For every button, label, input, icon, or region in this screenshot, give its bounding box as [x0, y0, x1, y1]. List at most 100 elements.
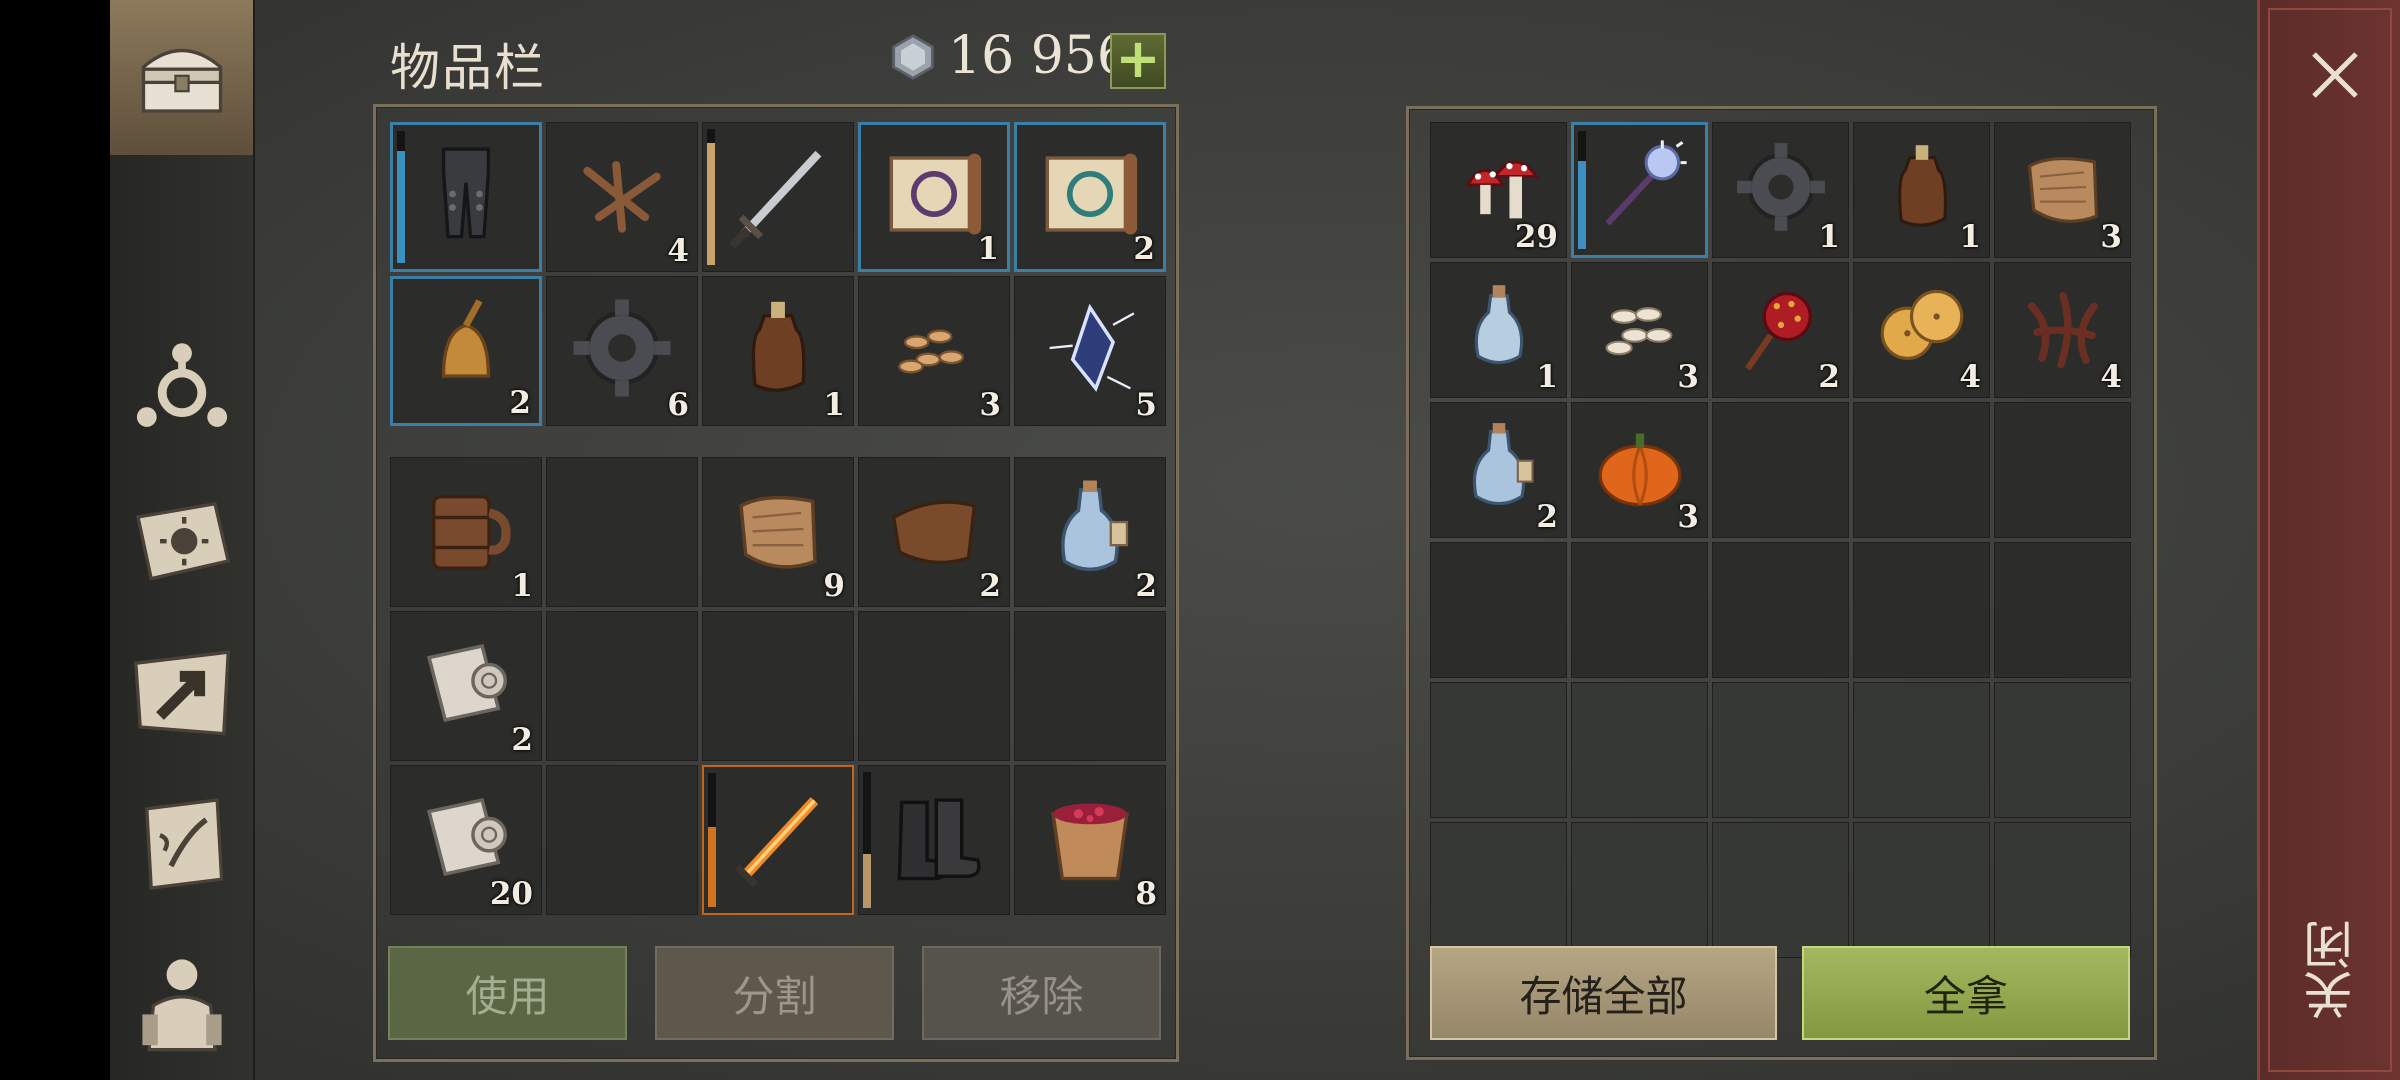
cookies-slot[interactable]: 4	[1853, 262, 1990, 398]
seeds-slot[interactable]: 3	[858, 276, 1010, 426]
pumpkin-slot[interactable]: 3	[1571, 402, 1708, 538]
item-quantity: 3	[2100, 219, 2122, 255]
close-icon[interactable]	[2300, 40, 2370, 110]
empty-slot[interactable]	[1712, 822, 1849, 958]
use-button[interactable]: 使用	[388, 946, 627, 1040]
leg-armor-slot[interactable]	[390, 122, 542, 272]
nails-slot[interactable]: 4	[546, 122, 698, 272]
empty-slot[interactable]	[1994, 682, 2131, 818]
add-currency-button[interactable]: +	[1110, 32, 1166, 89]
character-icon[interactable]	[118, 935, 246, 1063]
water-flask-icon	[1061, 480, 1129, 572]
empty-slot[interactable]	[1430, 542, 1567, 678]
empty-slot[interactable]	[1430, 682, 1567, 818]
water-flask-slot[interactable]: 2	[1430, 402, 1567, 538]
boots-slot[interactable]	[858, 765, 1010, 915]
empty-slot[interactable]	[1712, 402, 1849, 538]
empty-slot[interactable]	[1712, 682, 1849, 818]
chest-icon[interactable]	[118, 14, 246, 142]
item-quantity: 1	[977, 231, 999, 267]
leather-flask-slot[interactable]: 1	[1853, 122, 1990, 258]
item-quantity: 2	[509, 385, 531, 421]
crystal-slot[interactable]: 5	[1014, 276, 1166, 426]
item-quantity: 8	[1135, 876, 1157, 912]
item-quantity: 1	[1536, 359, 1558, 395]
empty-slot[interactable]	[546, 765, 698, 915]
wooden-mug-slot[interactable]: 1	[390, 457, 542, 607]
inventory-title: 物品栏	[390, 39, 546, 97]
take-all-button[interactable]: 全拿	[1802, 946, 2130, 1040]
cloth-slot[interactable]: 9	[702, 457, 854, 607]
item-quantity: 1	[1959, 219, 1981, 255]
recipe-scroll-teal-icon	[1045, 153, 1138, 235]
empty-slot[interactable]	[546, 457, 698, 607]
empty-slot[interactable]	[1014, 611, 1166, 761]
leather-slot[interactable]: 2	[858, 457, 1010, 607]
sword-slot[interactable]	[702, 122, 854, 272]
durability-bar	[863, 772, 871, 908]
bronze-bell-slot[interactable]: 2	[390, 276, 542, 426]
leather-flask-slot[interactable]: 1	[702, 276, 854, 426]
empty-slot[interactable]	[1571, 682, 1708, 818]
map-arrow-icon[interactable]	[118, 630, 246, 758]
gear-icon	[573, 299, 671, 397]
durability-bar	[708, 773, 716, 907]
remove-button[interactable]: 移除	[922, 946, 1161, 1040]
item-quantity: 5	[1135, 387, 1157, 423]
item-quantity: 4	[1959, 359, 1981, 395]
leather-flask-icon	[751, 301, 806, 392]
durability-bar	[707, 129, 715, 265]
quest-scroll-icon[interactable]	[118, 780, 246, 908]
crystal-mace-slot[interactable]	[1571, 122, 1708, 258]
gear-slot[interactable]: 6	[546, 276, 698, 426]
item-quantity: 2	[979, 568, 1001, 604]
crafting-icon[interactable]	[118, 320, 246, 448]
empty-slot[interactable]	[1853, 682, 1990, 818]
paper-roll-slot[interactable]: 20	[390, 765, 542, 915]
sun-book-icon[interactable]	[118, 475, 246, 603]
empty-slot[interactable]	[1571, 822, 1708, 958]
paper-roll-icon	[426, 644, 507, 723]
roots-slot[interactable]: 4	[1994, 262, 2131, 398]
durability-fill	[708, 826, 716, 907]
recipe-scroll-teal-slot[interactable]: 2	[1014, 122, 1166, 272]
split-button[interactable]: 分割	[655, 946, 894, 1040]
empty-slot[interactable]	[1994, 542, 2131, 678]
gear-slot[interactable]: 1	[1712, 122, 1849, 258]
seeds-icon	[898, 329, 965, 374]
cloth-icon	[739, 495, 817, 569]
item-quantity: 4	[667, 233, 689, 269]
flame-sword-slot[interactable]	[702, 765, 854, 915]
nails-icon	[583, 161, 661, 233]
water-flask-small-slot[interactable]: 1	[1430, 262, 1567, 398]
close-panel-border	[2268, 8, 2392, 1072]
water-flask-slot[interactable]: 2	[1014, 457, 1166, 607]
store-all-button[interactable]: 存储全部	[1430, 946, 1777, 1040]
empty-slot[interactable]	[1430, 822, 1567, 958]
item-quantity: 1	[1818, 219, 1840, 255]
empty-slot[interactable]	[1994, 822, 2131, 958]
empty-slot[interactable]	[1571, 542, 1708, 678]
empty-slot[interactable]	[858, 611, 1010, 761]
recipe-scroll-purple-slot[interactable]: 1	[858, 122, 1010, 272]
leg-armor-icon	[441, 147, 491, 239]
flame-sword-icon	[734, 797, 819, 888]
empty-slot[interactable]	[702, 611, 854, 761]
cloth-slot[interactable]: 3	[1994, 122, 2131, 258]
empty-slot[interactable]	[1853, 402, 1990, 538]
recipe-scroll-purple-icon	[889, 153, 982, 235]
empty-slot[interactable]	[546, 611, 698, 761]
empty-slot[interactable]	[1853, 822, 1990, 958]
paper-roll-slot[interactable]: 2	[390, 611, 542, 761]
crystal-mace-icon	[1604, 140, 1687, 226]
item-quantity: 1	[823, 387, 845, 423]
empty-slot[interactable]	[1853, 542, 1990, 678]
candy-apple-slot[interactable]: 2	[1712, 262, 1849, 398]
berry-bucket-slot[interactable]: 8	[1014, 765, 1166, 915]
empty-slot[interactable]	[1994, 402, 2131, 538]
seeds-white-slot[interactable]: 3	[1571, 262, 1708, 398]
item-quantity: 6	[667, 387, 689, 423]
durability-fill	[707, 142, 715, 265]
empty-slot[interactable]	[1712, 542, 1849, 678]
mushrooms-slot[interactable]: 29	[1430, 122, 1567, 258]
